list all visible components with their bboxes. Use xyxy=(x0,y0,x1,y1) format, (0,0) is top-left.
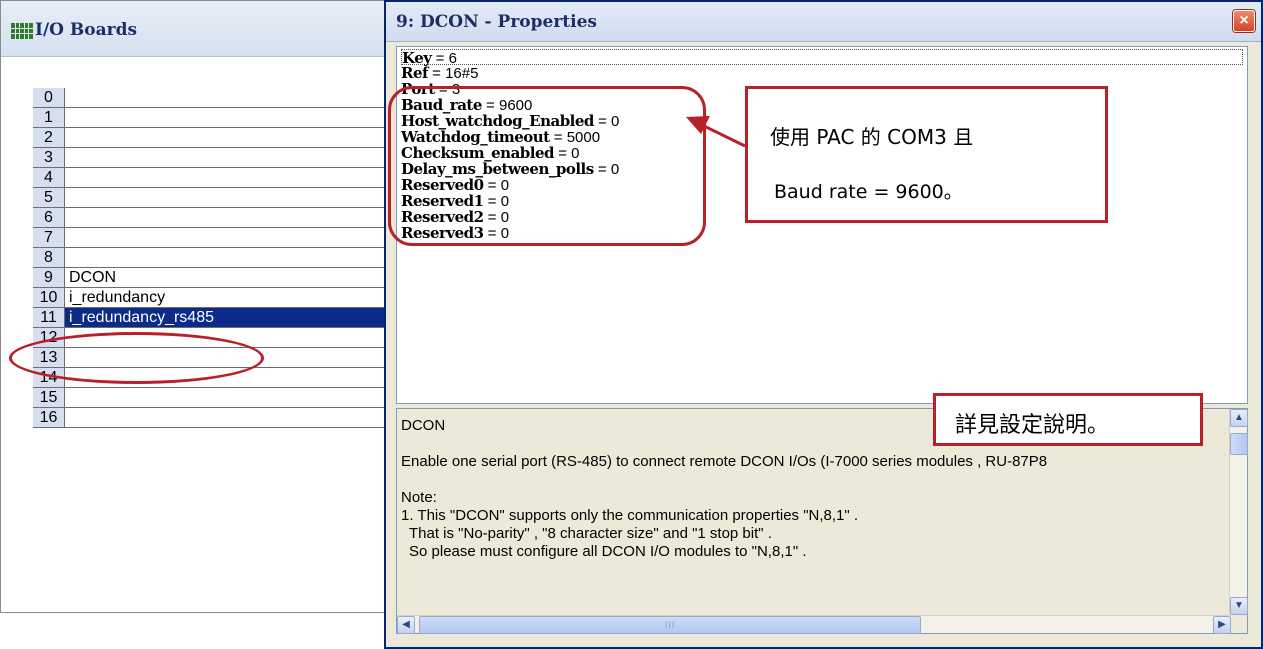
com3-callout-line1: 使用 PAC 的 COM3 且 xyxy=(770,125,974,149)
io-board-slot-number: 10 xyxy=(33,288,65,307)
io-boards-titlebar: I/O Boards xyxy=(1,1,391,57)
properties-titlebar: 9: DCON - Properties × xyxy=(386,2,1261,42)
properties-title: 9: DCON - Properties xyxy=(396,12,597,32)
io-board-row[interactable]: 5 xyxy=(33,188,391,208)
io-boards-title: I/O Boards xyxy=(35,20,138,40)
close-button[interactable]: × xyxy=(1233,10,1255,32)
io-board-slot-number: 7 xyxy=(33,228,65,247)
io-board-name: DCON xyxy=(69,269,117,286)
io-board-slot-number: 8 xyxy=(33,248,65,267)
detail-callout: 詳見設定說明。 xyxy=(933,393,1203,446)
horizontal-scroll-thumb[interactable]: III xyxy=(419,616,921,634)
description-note-2: That is "No-parity" , "8 character size"… xyxy=(409,525,772,542)
io-board-row[interactable]: 16 xyxy=(33,408,391,428)
io-board-row[interactable]: 3 xyxy=(33,148,391,168)
io-board-slot-number: 6 xyxy=(33,208,65,227)
io-board-row[interactable]: 0 xyxy=(33,88,391,108)
io-board-row[interactable]: 11 i_redundancy_rs485 xyxy=(33,308,391,328)
scroll-left-button[interactable]: ◀ xyxy=(397,616,415,634)
io-board-slot-number: 16 xyxy=(33,408,65,427)
io-board-row[interactable]: 9 DCON xyxy=(33,268,391,288)
io-board-name: i_redundancy xyxy=(69,289,166,306)
io-board-row[interactable]: 10 i_redundancy xyxy=(33,288,391,308)
com3-callout: 使用 PAC 的 COM3 且 Baud rate = 9600。 xyxy=(745,86,1108,223)
scroll-down-button[interactable]: ▼ xyxy=(1230,597,1248,615)
io-board-slot-number: 1 xyxy=(33,108,65,127)
io-board-row[interactable]: 6 xyxy=(33,208,391,228)
com3-callout-line2: Baud rate = 9600。 xyxy=(774,181,963,203)
io-board-slot-number: 5 xyxy=(33,188,65,207)
io-board-row[interactable]: 15 xyxy=(33,388,391,408)
dcon-highlight-circle xyxy=(9,332,264,384)
io-board-slot-number: 3 xyxy=(33,148,65,167)
description-note-1: 1. This "DCON" supports only the communi… xyxy=(401,507,859,524)
io-board-row[interactable]: 8 xyxy=(33,248,391,268)
property-value: 16#5 xyxy=(445,65,479,82)
io-board-row[interactable]: 2 xyxy=(33,128,391,148)
io-board-slot-number: 2 xyxy=(33,128,65,147)
property-line[interactable]: Ref = 16#5 xyxy=(401,65,1243,82)
io-board-row[interactable]: 1 xyxy=(33,108,391,128)
description-intro: Enable one serial port (RS-485) to conne… xyxy=(401,453,1048,470)
io-board-row[interactable]: 7 xyxy=(33,228,391,248)
description-note-3: So please must configure all DCON I/O mo… xyxy=(409,543,807,560)
detail-callout-text: 詳見設定說明。 xyxy=(955,413,1110,438)
io-board-row[interactable]: 4 xyxy=(33,168,391,188)
io-boards-grid-icon xyxy=(11,23,33,39)
io-board-name: i_redundancy_rs485 xyxy=(69,309,214,326)
io-board-slot-number: 9 xyxy=(33,268,65,287)
vertical-scrollbar[interactable]: ▲ ▼ xyxy=(1229,409,1248,615)
properties-highlight-box xyxy=(388,86,706,246)
io-board-slot-number: 0 xyxy=(33,88,65,107)
property-line[interactable]: Key = 6 xyxy=(401,49,1243,67)
io-boards-window: I/O Boards 0 1 2 3 4 5 6 7 8 9 DCON 10 i_redundancy 1… xyxy=(0,0,392,613)
io-board-slot-number: 4 xyxy=(33,168,65,187)
io-board-slot-number: 15 xyxy=(33,388,65,407)
io-board-slot-number: 11 xyxy=(33,308,65,327)
description-note-label: Note: xyxy=(401,489,437,506)
horizontal-scrollbar[interactable]: ◀ III ▶ xyxy=(397,615,1231,634)
scroll-right-button[interactable]: ▶ xyxy=(1213,616,1231,634)
scroll-up-button[interactable]: ▲ xyxy=(1230,409,1248,427)
vertical-scroll-thumb[interactable] xyxy=(1230,433,1248,455)
